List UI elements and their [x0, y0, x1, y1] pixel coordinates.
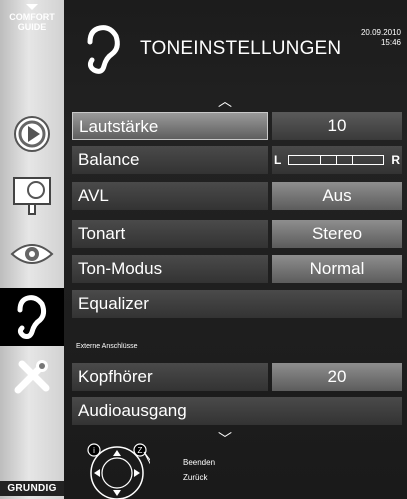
menu-row-value: Normal	[272, 255, 402, 283]
tools-icon	[14, 360, 50, 394]
svg-text:i: i	[93, 446, 95, 455]
menu-row-audio-output[interactable]: Audioausgang	[72, 397, 402, 425]
menu-row-ton-modus[interactable]: Ton-Modus Normal	[72, 255, 402, 283]
menu-row-label: AVL	[72, 182, 268, 210]
picture-settings-icon	[13, 177, 51, 215]
svg-text:Z: Z	[138, 446, 143, 455]
comfort-guide-line2: GUIDE	[17, 22, 47, 32]
chevron-down-icon	[26, 4, 38, 10]
menu-row-label: Audioausgang	[72, 397, 402, 425]
menu-row-label: Equalizer	[72, 290, 402, 318]
datetime: 20.09.2010 15:46	[361, 28, 401, 48]
menu-row-balance[interactable]: Balance L R	[72, 146, 402, 174]
menu-row-volume[interactable]: Lautstärke 10	[72, 112, 402, 140]
sidebar-item-sound[interactable]	[0, 288, 64, 346]
play-source-icon	[14, 116, 50, 152]
ear-icon	[17, 295, 47, 339]
menu-row-avl[interactable]: AVL Aus	[72, 182, 402, 210]
time-text: 15:46	[380, 38, 401, 47]
sidebar-item-picture[interactable]	[6, 168, 58, 220]
eye-icon	[10, 244, 54, 264]
scroll-up-icon[interactable]: ︿	[218, 94, 232, 108]
scroll-down-icon[interactable]: ﹀	[218, 432, 232, 446]
hint-exit: Beenden	[183, 458, 216, 467]
balance-center-tick	[336, 156, 337, 164]
menu-row-value: Aus	[272, 182, 402, 210]
brand-logo: GRUNDIG	[0, 481, 64, 496]
hint-back: Zurück	[183, 473, 208, 482]
date-text: 20.09.2010	[360, 28, 401, 37]
balance-tick	[320, 156, 321, 164]
balance-right-label: R	[391, 153, 400, 167]
comfort-guide[interactable]: COMFORT GUIDE	[0, 4, 64, 32]
balance-tick	[352, 156, 353, 164]
menu-row-label: Lautstärke	[72, 112, 268, 140]
menu-row-equalizer[interactable]: Equalizer	[72, 290, 402, 318]
section-title: Externe Anschlüsse	[76, 343, 138, 350]
menu-row-tonart[interactable]: Tonart Stereo	[72, 220, 402, 248]
sidebar-item-source[interactable]	[6, 108, 58, 160]
page-title: TONEINSTELLUNGEN	[140, 38, 342, 59]
main-panel: TONEINSTELLUNGEN 20.09.2010 15:46 ︿ Laut…	[64, 0, 407, 499]
sidebar: COMFORT GUIDE GRUNDIG	[0, 0, 64, 499]
menu-row-label: Ton-Modus	[72, 255, 268, 283]
menu-row-value: Stereo	[272, 220, 402, 248]
menu-row-value: 10	[272, 112, 402, 140]
balance-slider[interactable]: L R	[272, 146, 402, 174]
comfort-guide-line1: COMFORT	[9, 12, 55, 22]
menu-row-value: 20	[272, 363, 402, 391]
menu-row-label: Kopfhörer	[72, 363, 268, 391]
sidebar-item-settings[interactable]	[6, 350, 58, 402]
remote-nav-icon: i Z	[87, 443, 150, 499]
sidebar-item-view[interactable]	[6, 228, 58, 280]
menu-row-label: Tonart	[72, 220, 268, 248]
balance-track	[288, 155, 384, 165]
balance-left-label: L	[274, 153, 282, 167]
menu-row-headphones[interactable]: Kopfhörer 20	[72, 363, 402, 391]
ear-icon	[87, 25, 120, 74]
menu-row-label: Balance	[72, 146, 268, 174]
